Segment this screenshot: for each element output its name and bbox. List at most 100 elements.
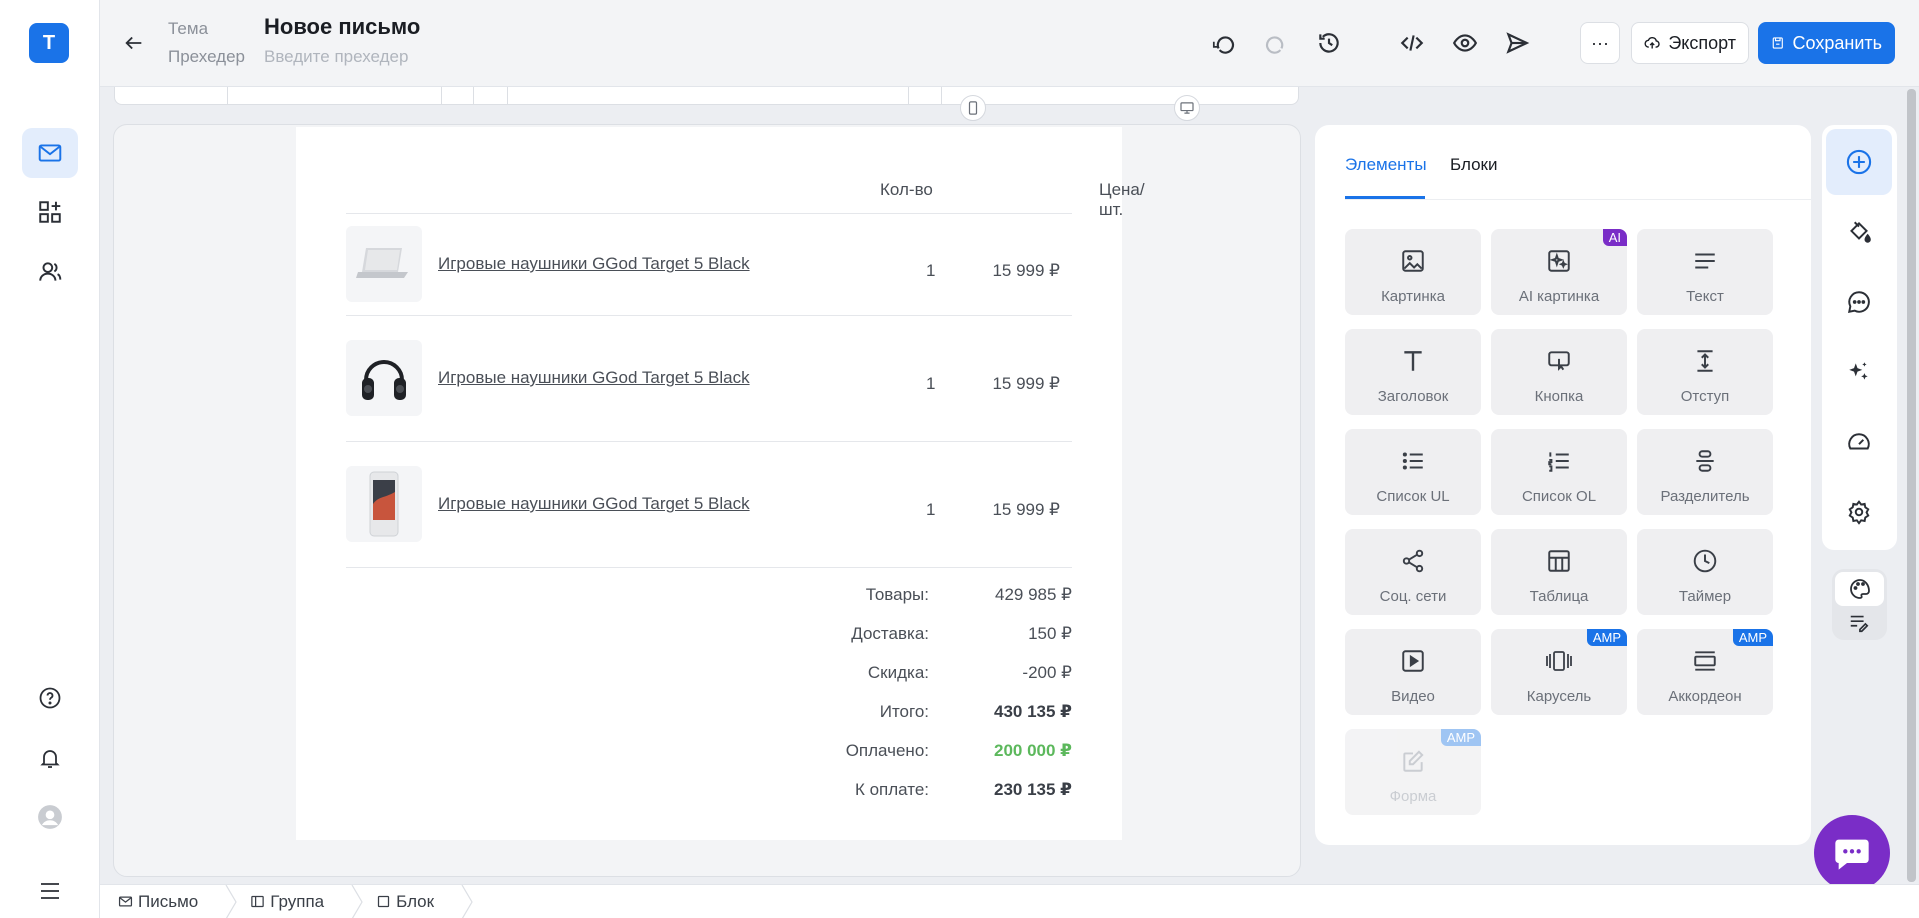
tile-carousel[interactable]: AMP Карусель: [1491, 629, 1627, 715]
accordion-icon: [1694, 651, 1716, 671]
preheader-label: Прехедер: [168, 47, 245, 66]
total-value: 430 135 ₽: [993, 702, 1072, 721]
comments-button[interactable]: [1826, 269, 1892, 335]
breadcrumb-item-group[interactable]: Группа: [250, 892, 338, 912]
tile-social[interactable]: Соц. сети: [1345, 529, 1481, 615]
tile-list-ol[interactable]: Список OL: [1491, 429, 1627, 515]
tile-heading[interactable]: Заголовок: [1345, 329, 1481, 415]
notifications-button[interactable]: [22, 733, 78, 783]
page-scrollbar[interactable]: [1904, 87, 1919, 884]
back-button[interactable]: [120, 29, 148, 57]
image-icon: [1402, 250, 1424, 272]
text-style-button[interactable]: [1846, 611, 1872, 635]
divider: [346, 315, 1072, 316]
tile-image[interactable]: Картинка: [1345, 229, 1481, 315]
ai-image-icon: [1548, 250, 1570, 272]
paid-value: 200 000 ₽: [993, 741, 1072, 760]
preview-button[interactable]: [1451, 29, 1479, 57]
mobile-view-handle[interactable]: [960, 95, 986, 121]
amp-badge: AMP: [1440, 729, 1481, 746]
product-price: 15 999 ₽: [992, 374, 1060, 393]
breadcrumb-item-block[interactable]: Блок: [376, 892, 448, 912]
tile-label: Отступ: [1680, 388, 1730, 405]
fill-button[interactable]: [1826, 199, 1892, 265]
product-image[interactable]: [346, 466, 422, 542]
phone-icon: [968, 101, 978, 115]
summary-label: Товары:: [865, 585, 929, 604]
export-button[interactable]: Экспорт: [1631, 22, 1749, 64]
tile-spacer[interactable]: Отступ: [1637, 329, 1773, 415]
product-qty: 1: [926, 374, 936, 393]
qty-column-header: Кол-во: [880, 180, 933, 199]
app-logo[interactable]: T: [29, 23, 69, 63]
more-button[interactable]: ···: [1580, 22, 1620, 64]
blocks-nav-button[interactable]: [22, 187, 78, 237]
desktop-view-handle[interactable]: [1174, 95, 1200, 121]
code-icon: [1400, 35, 1424, 51]
tile-text[interactable]: Текст: [1637, 229, 1773, 315]
save-button[interactable]: Сохранить: [1758, 22, 1895, 64]
tile-label: Список UL: [1376, 488, 1450, 505]
sparkles-icon: [1849, 362, 1868, 380]
product-image[interactable]: [346, 226, 422, 302]
divider: [346, 441, 1072, 442]
history-button[interactable]: [1315, 29, 1343, 57]
settings-button[interactable]: [1826, 479, 1892, 545]
product-price: 15 999 ₽: [992, 500, 1060, 519]
speed-button[interactable]: [1826, 409, 1892, 475]
width-ruler: [114, 87, 1299, 105]
carousel-icon: [1546, 651, 1572, 671]
eye-icon: [1452, 34, 1478, 52]
product-link[interactable]: Игровые наушники GGod Target 5 Black: [438, 368, 750, 388]
ai-badge: AI: [1602, 229, 1627, 246]
breadcrumb-item-email[interactable]: Письмо: [118, 892, 212, 912]
mail-icon: [118, 896, 133, 907]
tile-label: Картинка: [1381, 288, 1445, 305]
email-title[interactable]: Новое письмо: [264, 14, 420, 40]
profile-button[interactable]: [22, 792, 78, 842]
ai-button[interactable]: [1826, 339, 1892, 405]
product-image[interactable]: [346, 340, 422, 416]
tile-label: AI картинка: [1518, 288, 1600, 305]
monitor-icon: [1180, 102, 1194, 114]
email-body[interactable]: Кол-во Цена/шт. Игровые наушники GGod Ta…: [296, 127, 1145, 840]
more-label: ···: [1591, 32, 1609, 53]
menu-button[interactable]: [22, 866, 78, 916]
tab-blocks[interactable]: Блоки: [1450, 155, 1497, 175]
tile-list-ul[interactable]: Список UL: [1345, 429, 1481, 515]
tab-elements[interactable]: Элементы: [1345, 155, 1427, 175]
product-link[interactable]: Игровые наушники GGod Target 5 Black: [438, 254, 750, 274]
top-header: Тема Прехедер Новое письмо Введите прехе…: [100, 0, 1919, 87]
export-label: Экспорт: [1668, 32, 1736, 53]
tile-ai-image[interactable]: AI AI картинка: [1491, 229, 1627, 315]
tile-label: Текст: [1686, 288, 1724, 305]
support-chat-button[interactable]: [1814, 815, 1890, 891]
scrollbar-thumb[interactable]: [1907, 89, 1916, 882]
tile-video[interactable]: Видео: [1345, 629, 1481, 715]
contacts-nav-button[interactable]: [22, 247, 78, 297]
tile-form[interactable]: AMP Форма: [1345, 729, 1481, 815]
logo-letter: T: [42, 31, 56, 54]
tile-divider[interactable]: Разделитель: [1637, 429, 1773, 515]
save-icon: [1772, 37, 1783, 49]
tile-table[interactable]: Таблица: [1491, 529, 1627, 615]
help-button[interactable]: [22, 673, 78, 723]
code-button[interactable]: [1398, 29, 1426, 57]
chat-bubbles-icon: [1848, 291, 1870, 313]
add-element-button[interactable]: [1826, 129, 1892, 195]
phone-image: [369, 471, 399, 537]
mail-nav-button[interactable]: [22, 128, 78, 178]
undo-button[interactable]: [1210, 29, 1238, 57]
breadcrumb-label: Блок: [396, 891, 435, 911]
preheader-input[interactable]: Введите прехедер: [264, 47, 408, 67]
redo-button[interactable]: [1262, 29, 1290, 57]
product-qty: 1: [926, 261, 936, 280]
tile-label: Кнопка: [1534, 388, 1584, 405]
send-button[interactable]: [1503, 29, 1531, 57]
palette-button[interactable]: [1835, 572, 1884, 606]
product-link[interactable]: Игровые наушники GGod Target 5 Black: [438, 494, 750, 514]
tile-button[interactable]: Кнопка: [1491, 329, 1627, 415]
text-lines-icon: [1695, 253, 1715, 269]
tile-timer[interactable]: Таймер: [1637, 529, 1773, 615]
tile-accordion[interactable]: AMP Аккордеон: [1637, 629, 1773, 715]
